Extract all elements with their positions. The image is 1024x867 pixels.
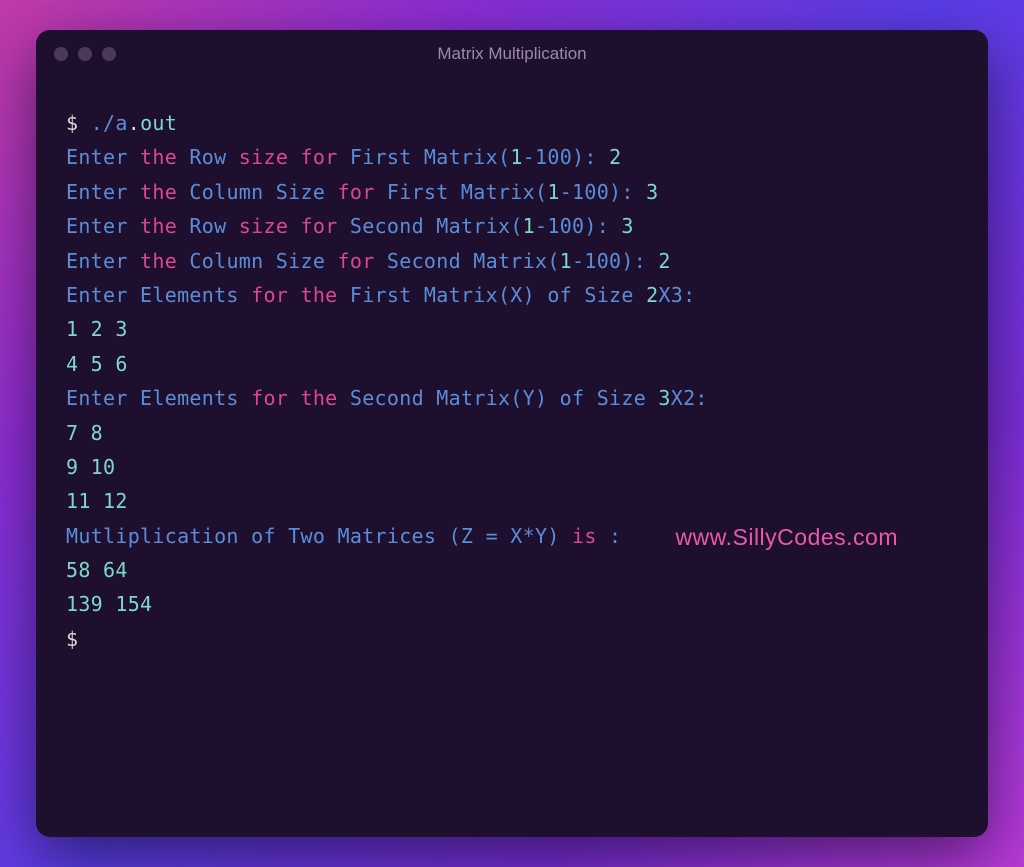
terminal-line: 1 2 3 <box>66 312 958 346</box>
terminal-line: 11 12 <box>66 484 958 518</box>
command-text: ./a <box>91 111 128 135</box>
prompt: $ <box>66 111 78 135</box>
maximize-icon[interactable] <box>102 47 116 61</box>
terminal-window: Matrix Multiplication $ ./a.out Enter th… <box>36 30 988 837</box>
command-text: out <box>140 111 177 135</box>
title-bar: Matrix Multiplication <box>36 30 988 78</box>
terminal-line: Enter the Column Size for Second Matrix(… <box>66 244 958 278</box>
terminal-line: Enter Elements for the First Matrix(X) o… <box>66 278 958 312</box>
traffic-lights <box>54 47 116 61</box>
terminal-line: 9 10 <box>66 450 958 484</box>
watermark: www.SillyCodes.com <box>676 518 898 558</box>
terminal-line: $ ./a.out <box>66 106 958 140</box>
window-title: Matrix Multiplication <box>437 44 586 64</box>
terminal-line: 139 154 <box>66 587 958 621</box>
terminal-line: 58 64 <box>66 553 958 587</box>
minimize-icon[interactable] <box>78 47 92 61</box>
terminal-line: 4 5 6 <box>66 347 958 381</box>
terminal-line: Enter the Row size for Second Matrix(1-1… <box>66 209 958 243</box>
command-text: . <box>128 111 140 135</box>
terminal-content[interactable]: $ ./a.out Enter the Row size for First M… <box>36 78 988 837</box>
prompt: $ <box>66 622 958 656</box>
close-icon[interactable] <box>54 47 68 61</box>
terminal-line: Enter the Row size for First Matrix(1-10… <box>66 140 958 174</box>
terminal-line: Enter the Column Size for First Matrix(1… <box>66 175 958 209</box>
terminal-line: 7 8 <box>66 416 958 450</box>
terminal-line: Enter Elements for the Second Matrix(Y) … <box>66 381 958 415</box>
